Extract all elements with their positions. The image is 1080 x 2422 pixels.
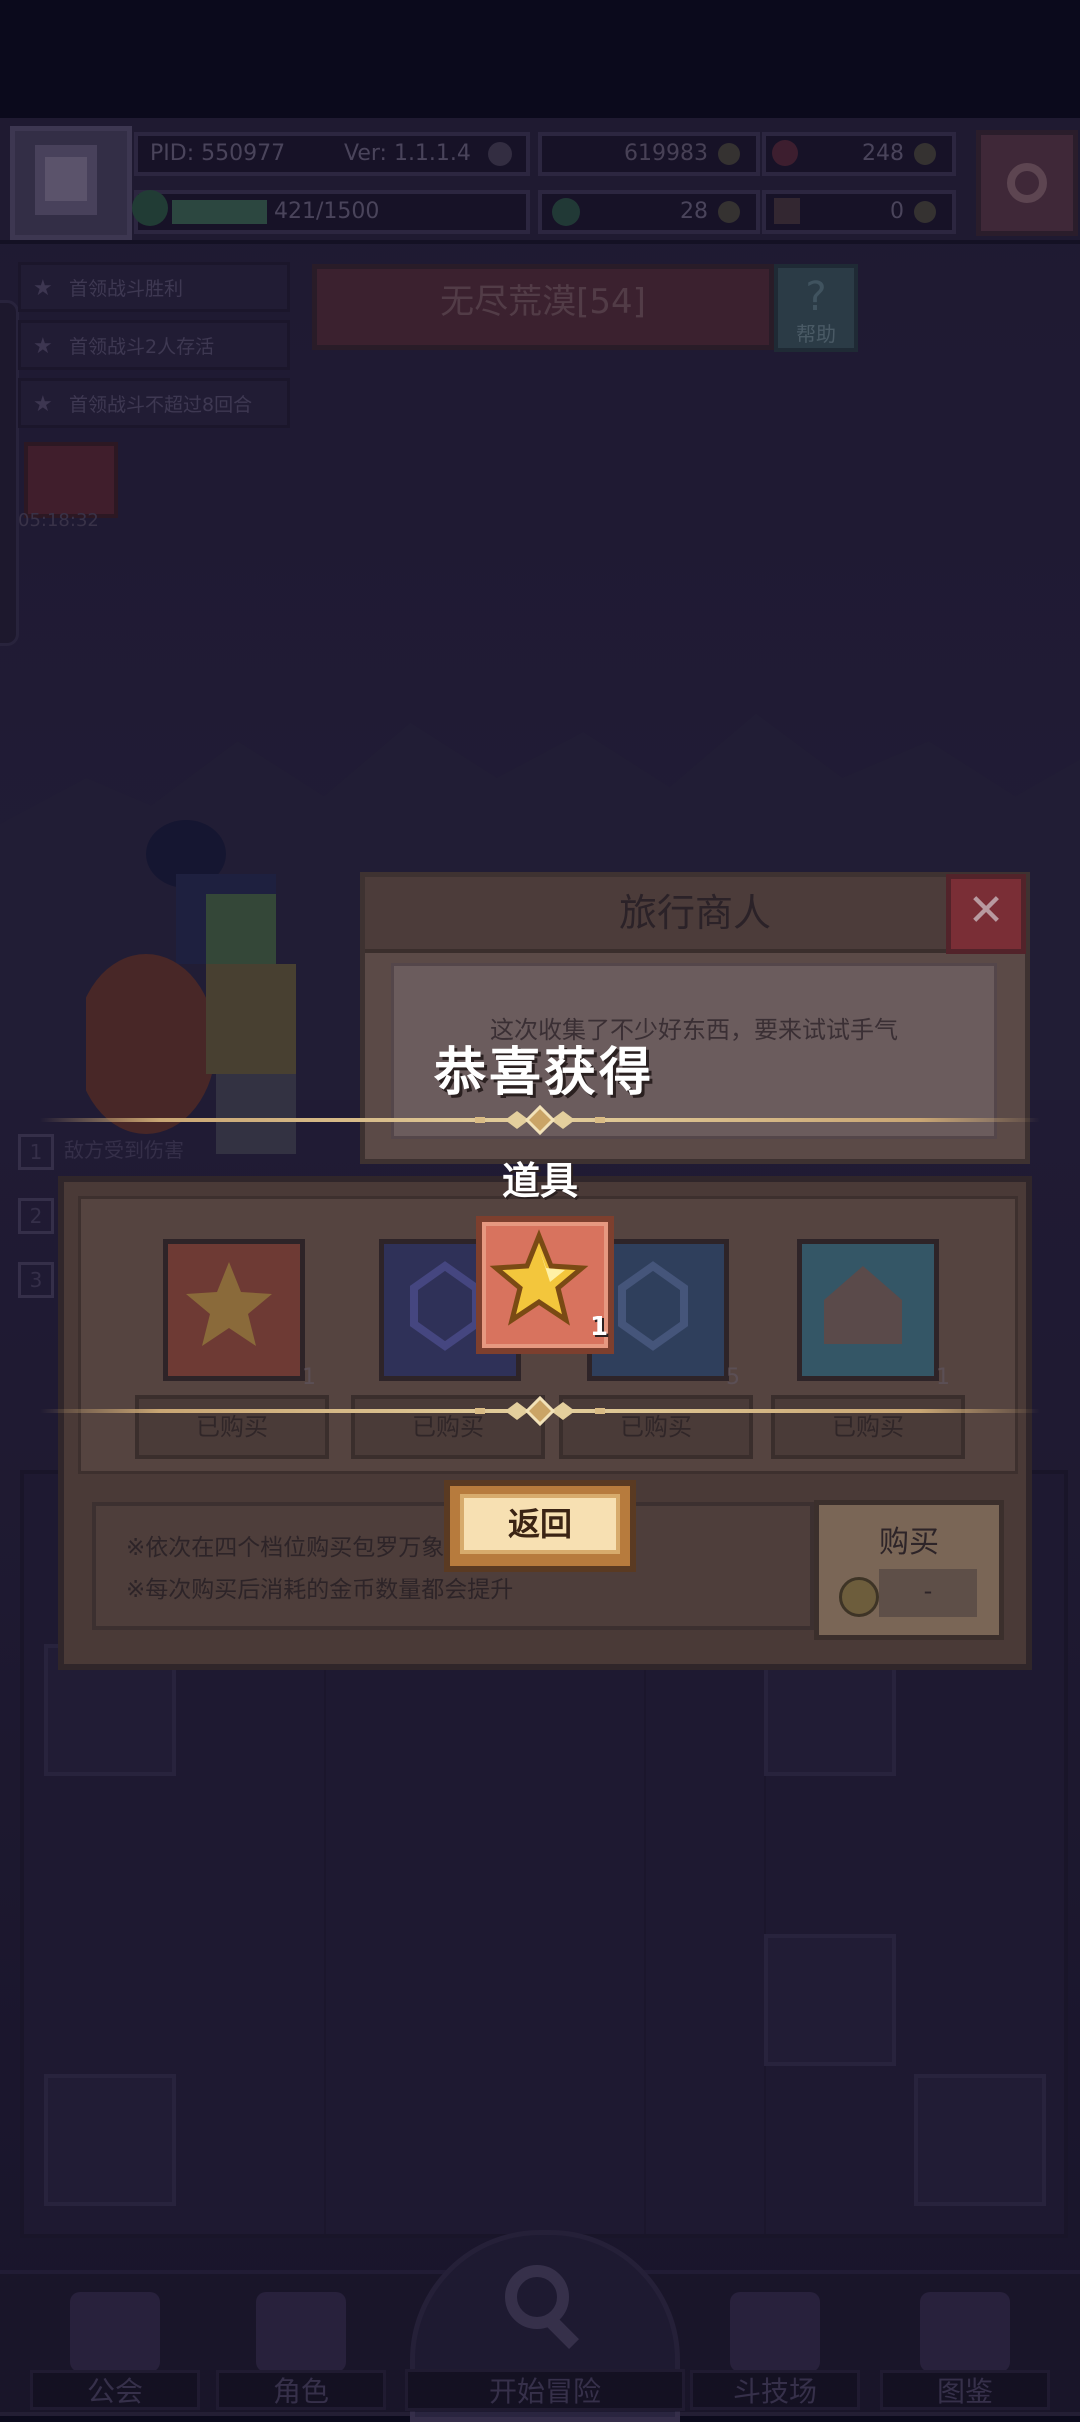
item-count: 1: [302, 1365, 316, 1390]
close-button[interactable]: ✕: [946, 874, 1026, 954]
shop-item-house[interactable]: 1: [797, 1239, 950, 1390]
note-line: ※每次购买后消耗的金币数量都会提升: [126, 1577, 514, 1603]
reward-title: 恭喜获得: [434, 1043, 655, 1103]
return-button[interactable]: 返回: [444, 1480, 636, 1572]
item-count: 1: [936, 1365, 950, 1390]
star-icon: [186, 1262, 272, 1346]
star-icon: [489, 1229, 589, 1326]
ornament-icon: [475, 1395, 605, 1427]
merchant-title: 旅行商人: [365, 877, 1025, 953]
buy-label: 购买: [879, 1525, 939, 1560]
return-label: 返回: [460, 1494, 620, 1554]
bought-label: 已购买: [135, 1395, 329, 1459]
close-icon: ✕: [967, 885, 1005, 936]
buy-button[interactable]: 购买 -: [814, 1500, 1004, 1640]
reward-item-count: 1: [590, 1312, 609, 1342]
buy-price: -: [879, 1569, 977, 1617]
reward-category: 道具: [501, 1159, 578, 1203]
shop-item-star[interactable]: 1: [163, 1239, 316, 1390]
note-line: ※依次在四个档位购买包罗万象: [126, 1535, 445, 1561]
item-count: 5: [726, 1365, 740, 1390]
coin-icon: [839, 1577, 879, 1617]
ornament-icon: [475, 1104, 605, 1136]
bought-label: 已购买: [771, 1395, 965, 1459]
house-icon: [824, 1266, 902, 1344]
